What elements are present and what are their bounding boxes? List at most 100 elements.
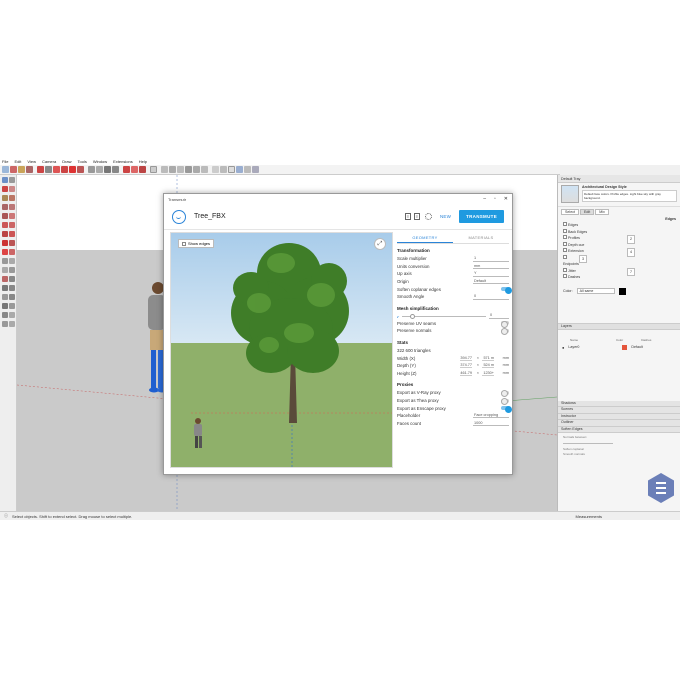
export-document-icon[interactable]: ≡ <box>413 213 420 220</box>
up-axis-select[interactable]: Y <box>473 271 509 277</box>
extension-checkbox[interactable] <box>563 248 567 252</box>
look-around-icon[interactable] <box>9 312 15 318</box>
edges-checkbox[interactable] <box>563 222 567 226</box>
move-icon[interactable] <box>2 231 8 237</box>
orbit-tool-icon[interactable] <box>104 166 111 173</box>
layout-icon[interactable] <box>139 166 146 173</box>
enscape-toggle[interactable] <box>501 405 512 413</box>
menu-extensions[interactable]: Extensions <box>113 159 133 164</box>
scale-tool-icon[interactable] <box>69 166 76 173</box>
depth-target[interactable]: 524 m <box>482 363 494 369</box>
maximize-icon[interactable]: ▫ <box>494 196 496 202</box>
pan-icon[interactable] <box>9 285 15 291</box>
dimension-icon[interactable] <box>9 258 15 264</box>
tab-mix[interactable]: Mix <box>595 209 609 215</box>
tab-edit[interactable]: Edit <box>580 209 595 215</box>
menu-view[interactable]: View <box>27 159 36 164</box>
height-value[interactable]: 461.79 <box>460 371 472 376</box>
extension-value[interactable]: 3 <box>579 254 587 263</box>
text-icon[interactable] <box>9 267 15 273</box>
freehand-icon[interactable] <box>9 195 15 201</box>
extension-warehouse-icon[interactable] <box>131 166 138 173</box>
scale-input[interactable]: 1 <box>473 256 509 262</box>
protractor-tool-icon[interactable] <box>96 166 103 173</box>
origin-select[interactable]: Default <box>473 279 509 285</box>
front-view-icon[interactable] <box>177 166 184 173</box>
simplification-value[interactable]: 0 <box>489 313 509 319</box>
tab-select[interactable]: Select <box>561 209 579 215</box>
menu-help[interactable]: Help <box>139 159 147 164</box>
arc-tool-icon[interactable] <box>26 166 33 173</box>
shapes-tool-icon[interactable] <box>37 166 44 173</box>
layer-name[interactable]: Layer0 <box>568 345 618 349</box>
close-icon[interactable]: ✕ <box>504 196 508 202</box>
thea-toggle[interactable] <box>501 398 509 406</box>
menu-edit[interactable]: Edit <box>14 159 21 164</box>
layer-color-swatch[interactable] <box>622 344 628 350</box>
zoom-extents-icon[interactable] <box>2 303 8 309</box>
move-tool-icon[interactable] <box>53 166 60 173</box>
show-edges-checkbox[interactable] <box>182 241 186 246</box>
menu-file[interactable]: File <box>2 159 8 164</box>
menu-window[interactable]: Window <box>93 159 107 164</box>
3d-text-icon[interactable] <box>9 276 15 282</box>
left-view-icon[interactable] <box>201 166 208 173</box>
back-view-icon[interactable] <box>193 166 200 173</box>
units-select[interactable]: mm <box>473 264 509 270</box>
warehouse-icon[interactable] <box>123 166 130 173</box>
eraser-tool-icon[interactable] <box>10 166 17 173</box>
line-icon[interactable] <box>2 195 8 201</box>
depth-cue-value[interactable]: 4 <box>627 248 635 257</box>
faces-input[interactable]: 1000 <box>473 421 509 427</box>
zoom-tool-icon[interactable] <box>112 166 119 173</box>
edge-setting[interactable]: Dashes <box>563 274 675 281</box>
circle-icon[interactable] <box>2 213 8 219</box>
new-button[interactable]: NEW <box>440 214 451 219</box>
previous-icon[interactable] <box>9 303 15 309</box>
zoom-window-icon[interactable] <box>9 294 15 300</box>
layers-panel-header[interactable]: Layers <box>558 322 680 330</box>
depth-value[interactable]: 374.77 <box>460 363 472 369</box>
minimize-icon[interactable]: – <box>483 196 486 202</box>
polygon-icon[interactable] <box>9 213 15 219</box>
protractor-icon[interactable] <box>2 267 8 273</box>
axes-icon[interactable] <box>2 276 8 282</box>
x-ray-icon[interactable] <box>150 166 157 173</box>
transmute-button[interactable]: TRANSMUTE <box>459 210 504 223</box>
depth-cue-checkbox[interactable] <box>563 241 567 246</box>
eraser-icon[interactable] <box>2 186 8 192</box>
edge-color-swatch[interactable] <box>618 287 626 295</box>
back-edges-checkbox[interactable] <box>563 228 567 233</box>
position-camera-icon[interactable] <box>2 312 8 318</box>
offset-icon[interactable] <box>9 249 15 255</box>
width-target[interactable]: 571 m <box>482 356 494 361</box>
top-view-icon[interactable] <box>169 166 176 173</box>
iso-view-icon[interactable] <box>161 166 168 173</box>
select-icon[interactable] <box>2 177 8 183</box>
profiles-checkbox[interactable] <box>563 235 567 239</box>
info-icon[interactable]: ⓘ <box>4 513 8 519</box>
followme-icon[interactable] <box>9 240 15 246</box>
model-preview[interactable]: Show edges ⤢ <box>170 232 393 468</box>
rectangle-tool-icon[interactable] <box>45 166 52 173</box>
layer-dashes[interactable]: Default <box>631 345 642 349</box>
textured-icon[interactable] <box>236 166 243 173</box>
visible-eye-icon[interactable]: ● <box>562 345 564 350</box>
height-target[interactable]: 1230+ <box>482 371 494 376</box>
monochrome-icon[interactable] <box>244 166 251 173</box>
scale-icon[interactable] <box>2 249 8 255</box>
rectangle-icon[interactable] <box>2 204 8 210</box>
vray-toggle[interactable] <box>501 390 509 398</box>
pushpull-tool-icon[interactable] <box>77 166 84 173</box>
fullscreen-icon[interactable]: ⤢ <box>374 238 386 250</box>
wireframe-icon[interactable] <box>212 166 219 173</box>
walk-icon[interactable] <box>2 321 8 327</box>
profiles-value[interactable]: 2 <box>627 235 635 244</box>
smooth-normals-option[interactable]: Smooth normals <box>563 452 675 457</box>
rotate-icon[interactable] <box>2 240 8 246</box>
simplification-slider[interactable] <box>402 313 486 319</box>
soften-slider[interactable] <box>563 443 613 444</box>
gear-icon[interactable] <box>424 213 432 220</box>
pencil-tool-icon[interactable] <box>18 166 25 173</box>
select-tool-icon[interactable] <box>2 166 9 173</box>
